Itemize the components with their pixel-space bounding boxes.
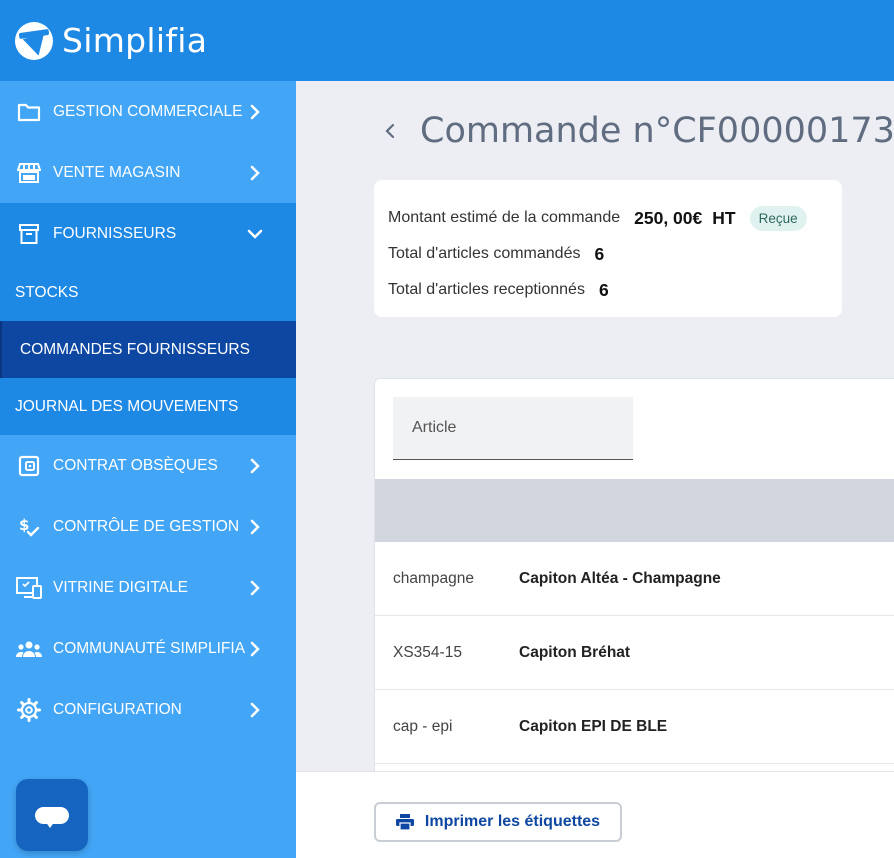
sidebar-item-vitrine-digitale[interactable]: VITRINE DIGITALE [0, 557, 296, 618]
article-search-input[interactable]: Article [393, 397, 633, 460]
chevron-right-icon [246, 579, 264, 597]
sidebar-subitem-label: STOCKS [15, 283, 79, 301]
chat-button[interactable] [16, 779, 88, 851]
article-name: Capiton Bréhat [519, 643, 631, 661]
sidebar-item-gestion-commerciale[interactable]: GESTION COMMERCIALE [0, 81, 296, 142]
chevron-down-icon [246, 225, 264, 243]
sidebar-item-label: CONTRAT OBSÈQUES [53, 456, 218, 474]
article-name: Capiton Altéa - Champagne [519, 569, 721, 587]
sidebar-item-controle-de-gestion[interactable]: $ CONTRÔLE DE GESTION [0, 496, 296, 557]
status-badge: Reçue [749, 205, 807, 231]
article-ref: champagne [393, 569, 475, 587]
simplifia-logo-icon [15, 21, 53, 60]
article-ref: XS354-15 [393, 643, 462, 661]
chevron-right-icon [246, 701, 264, 719]
sidebar-item-label: VITRINE DIGITALE [53, 578, 188, 596]
table-row[interactable]: champagne Capiton Altéa - Champagne [375, 542, 894, 616]
printer-icon [395, 814, 414, 830]
chevron-right-icon [246, 164, 264, 182]
sidebar-subitem-commandes-fournisseurs[interactable]: COMMANDES FOURNISSEURS [0, 321, 296, 378]
sidebar-item-contrat-obseques[interactable]: CONTRAT OBSÈQUES [0, 435, 296, 496]
print-labels-label: Imprimer les étiquettes [424, 813, 601, 830]
wallet-icon [16, 453, 42, 479]
page-title: Commande n°CF00000173 - Velasquez [420, 111, 894, 151]
chat-bubble-icon [35, 806, 69, 828]
money-check-icon: $ [16, 514, 42, 540]
amount-row: Montant estimé de la commande 250, 00€ H… [388, 200, 828, 236]
print-labels-button[interactable]: Imprimer les étiquettes [374, 802, 622, 842]
ordered-value: 6 [594, 243, 605, 264]
sidebar-item-fournisseurs[interactable]: FOURNISSEURS [0, 203, 296, 264]
amount-label: Montant estimé de la commande [388, 209, 621, 226]
display-devices-icon [16, 575, 42, 601]
users-icon [16, 636, 42, 662]
sidebar-subitem-stocks[interactable]: STOCKS [0, 264, 296, 321]
article-ref: cap - epi [393, 717, 453, 735]
sidebar-item-label: GESTION COMMERCIALE [53, 102, 243, 120]
sidebar-subitem-label: JOURNAL DES MOUVEMENTS [15, 397, 239, 415]
sidebar-item-label: CONFIGURATION [53, 700, 182, 718]
received-row: Total d'articles receptionnés 6 [388, 272, 828, 308]
gear-icon [16, 697, 42, 723]
chevron-right-icon [246, 457, 264, 475]
app-name: Simplifia [62, 21, 208, 60]
chevron-right-icon [246, 640, 264, 658]
amount-suffix: HT [712, 207, 736, 228]
action-footer: Imprimer les étiquettes [296, 771, 894, 858]
article-name: Capiton EPI DE BLE [519, 717, 668, 735]
folder-icon [16, 99, 42, 125]
table-row[interactable]: XS354-15 Capiton Bréhat [375, 616, 894, 690]
archive-box-icon [16, 221, 42, 247]
sidebar-subitem-journal-des-mouvements[interactable]: JOURNAL DES MOUVEMENTS [0, 378, 296, 435]
sidebar-item-label: COMMUNAUTÉ SIMPLIFIA [53, 639, 246, 657]
received-label: Total d'articles receptionnés [388, 281, 585, 298]
sidebar-item-configuration[interactable]: CONFIGURATION [0, 679, 296, 740]
main-content: Commande n°CF00000173 - Velasquez Montan… [296, 81, 894, 858]
chevron-right-icon [246, 518, 264, 536]
amount-value: 250, 00€ [634, 207, 703, 228]
sidebar-subitem-label: COMMANDES FOURNISSEURS [20, 340, 250, 358]
order-summary-card: Montant estimé de la commande 250, 00€ H… [374, 180, 842, 317]
sidebar-item-label: VENTE MAGASIN [53, 163, 181, 181]
ordered-row: Total d'articles commandés 6 [388, 236, 828, 272]
sidebar-item-label: CONTRÔLE DE GESTION [53, 517, 240, 535]
table-header [375, 479, 894, 542]
sidebar: GESTION COMMERCIALE VENTE MAGASIN FOURNI… [0, 81, 296, 858]
chevron-right-icon [246, 103, 264, 121]
table-row[interactable]: cap - epi Capiton EPI DE BLE [375, 690, 894, 764]
article-search-placeholder: Article [412, 419, 457, 436]
received-value: 6 [598, 279, 609, 300]
ordered-label: Total d'articles commandés [388, 245, 581, 262]
sidebar-item-communaute-simplifia[interactable]: COMMUNAUTÉ SIMPLIFIA [0, 618, 296, 679]
app-header: Simplifia [0, 0, 894, 81]
articles-table: Article champagne Capiton Altéa - Champa… [374, 378, 894, 798]
back-chevron-icon[interactable] [380, 119, 400, 143]
sidebar-item-label: FOURNISSEURS [53, 224, 177, 242]
sidebar-item-vente-magasin[interactable]: VENTE MAGASIN [0, 142, 296, 203]
store-icon [16, 160, 42, 186]
